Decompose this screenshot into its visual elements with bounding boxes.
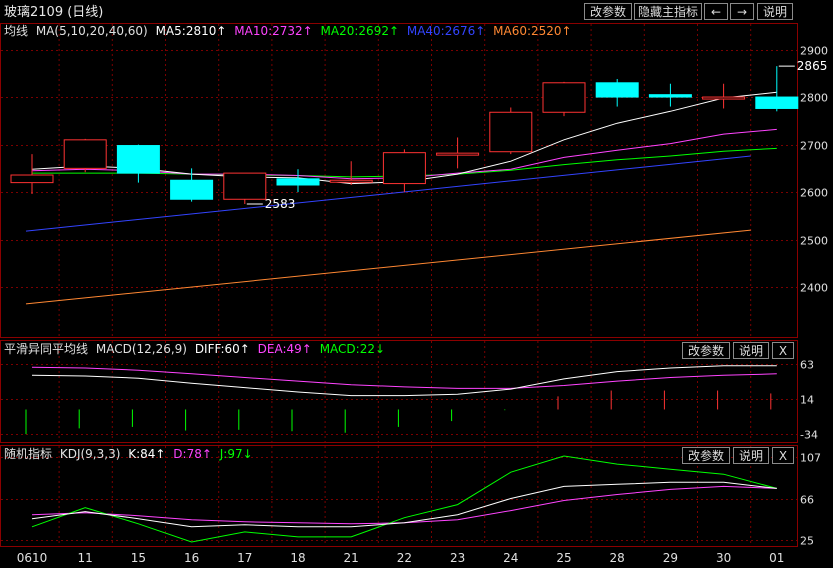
macd-y-tick: -34 xyxy=(800,429,818,442)
candle-down-body xyxy=(648,94,692,98)
ma-params: MA(5,10,20,40,60) xyxy=(36,24,148,38)
candle-up-body xyxy=(329,179,373,183)
candle-down-body xyxy=(116,145,160,174)
kdj-param-button[interactable]: 改参数 xyxy=(682,447,730,464)
main-legend: 均线 MA(5,10,20,40,60) MA5:2810↑ MA10:2732… xyxy=(4,24,572,38)
kdj-params: KDJ(9,3,3) xyxy=(60,447,121,461)
macd-y-tick: 63 xyxy=(800,359,814,372)
main-y-tick: 2900 xyxy=(800,45,828,58)
kdj-legend: 随机指标 KDJ(9,3,3) K:84↑ D:78↑ J:97↓ xyxy=(4,446,253,461)
x-tick-label: 25 xyxy=(556,551,571,565)
main-y-tick: 2500 xyxy=(800,235,828,248)
main-y-tick: 2800 xyxy=(800,92,828,105)
ma60-value: MA60:2520↑ xyxy=(493,24,571,38)
candle-down-body xyxy=(595,82,639,98)
x-tick-label: 29 xyxy=(663,551,678,565)
diff-value: DIFF:60↑ xyxy=(195,342,250,356)
candle-up-body xyxy=(489,111,533,153)
macd-param-button[interactable]: 改参数 xyxy=(682,342,730,359)
chart-title: 玻璃2109 (日线) xyxy=(4,5,103,20)
candle-up-body xyxy=(702,96,746,100)
hide-main-indicator-button[interactable]: 隐藏主指标 xyxy=(634,3,702,20)
candle-up-body xyxy=(223,172,267,200)
k-value: K:84↑ xyxy=(128,447,165,461)
kdj-y-tick: 25 xyxy=(800,535,814,548)
x-tick-label: 18 xyxy=(290,551,305,565)
x-tick-label: 23 xyxy=(450,551,465,565)
ma5-value: MA5:2810↑ xyxy=(156,24,227,38)
macd-y-tick: 14 xyxy=(800,394,814,407)
candle-up-body xyxy=(63,139,107,169)
macd-close-button[interactable]: X xyxy=(772,342,794,359)
main-y-tick: 2400 xyxy=(800,282,828,295)
x-tick-label: 15 xyxy=(131,551,146,565)
x-tick-label: 24 xyxy=(503,551,518,565)
kdj-y-tick: 66 xyxy=(800,494,814,507)
macd-value: MACD:22↓ xyxy=(320,342,385,356)
candle-up-body xyxy=(542,82,586,113)
x-tick-label: 17 xyxy=(237,551,252,565)
j-value: J:97↓ xyxy=(219,447,253,461)
main-y-tick: 2600 xyxy=(800,187,828,200)
next-arrow-icon[interactable]: → xyxy=(730,3,754,20)
kdj-close-button[interactable]: X xyxy=(772,447,794,464)
price-annotation: 2865 xyxy=(797,59,828,73)
ma40-value: MA40:2676↑ xyxy=(407,24,485,38)
x-tick-label: 01 xyxy=(769,551,784,565)
candle-up-body xyxy=(436,152,480,156)
x-tick-label: 11 xyxy=(78,551,93,565)
main-y-tick: 2700 xyxy=(800,140,828,153)
x-tick-label: 22 xyxy=(397,551,412,565)
kdj-y-tick: 107 xyxy=(800,452,821,465)
x-tick-label: 30 xyxy=(716,551,731,565)
x-tick-label: 28 xyxy=(610,551,625,565)
candle-up-body xyxy=(382,152,426,185)
candle-up-body xyxy=(10,174,54,184)
x-tick-label: 0610 xyxy=(17,551,48,565)
macd-legend: 平滑异同平均线 MACD(12,26,9) DIFF:60↑ DEA:49↑ M… xyxy=(4,342,385,356)
candle-down-body xyxy=(755,96,799,109)
candle-down-body xyxy=(170,179,214,200)
price-annotation: 2583 xyxy=(265,197,296,211)
chart-canvas: 2400 2500 2600 2700 2800 2900 -34 14 63 25 66 107 0… xyxy=(0,5,828,565)
ma10-value: MA10:2732↑ xyxy=(234,24,312,38)
prev-arrow-icon[interactable]: ← xyxy=(704,3,728,20)
ma20-value: MA20:2692↑ xyxy=(321,24,399,38)
candle-down-body xyxy=(276,178,320,186)
x-tick-label: 21 xyxy=(344,551,359,565)
main-help-button[interactable]: 说明 xyxy=(757,3,793,20)
kdj-title: 随机指标 xyxy=(4,446,52,461)
macd-params: MACD(12,26,9) xyxy=(96,342,187,356)
ma-indicator-label: 均线 xyxy=(4,24,28,38)
dea-value: DEA:49↑ xyxy=(258,342,312,356)
macd-help-button[interactable]: 说明 xyxy=(733,342,769,359)
d-value: D:78↑ xyxy=(173,447,212,461)
x-tick-label: 16 xyxy=(184,551,199,565)
y-axis-labels: 2400 2500 2600 2700 2800 2900 -34 14 63 25 66 107 xyxy=(800,45,828,548)
kdj-help-button[interactable]: 说明 xyxy=(733,447,769,464)
macd-title: 平滑异同平均线 xyxy=(4,342,88,356)
x-axis-labels: 0610 11 15 16 17 18 21 22 23 24 25 28 29 30 01 xyxy=(17,551,785,565)
main-param-button[interactable]: 改参数 xyxy=(584,3,632,20)
